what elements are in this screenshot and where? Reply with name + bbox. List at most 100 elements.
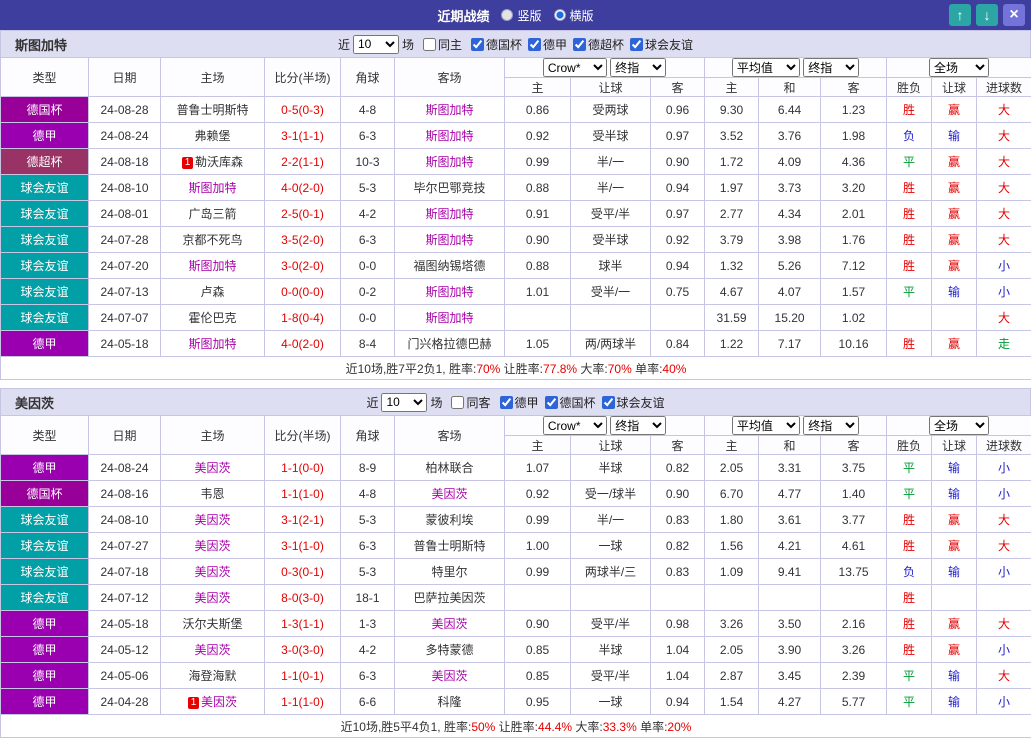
full-match-select[interactable]: 全场: [929, 416, 989, 435]
avg-home-cell: 3.26: [705, 611, 759, 637]
league-filter[interactable]: 德甲: [500, 394, 539, 411]
avg-home-cell: 31.59: [705, 305, 759, 331]
col-odds-away: 客: [651, 78, 705, 97]
average-select[interactable]: 平均值: [732, 416, 800, 435]
odds-away-cell: 0.94: [651, 253, 705, 279]
date-cell: 24-05-18: [89, 331, 161, 357]
odds-away-cell: 0.97: [651, 201, 705, 227]
near-label: 近: [338, 36, 350, 53]
summary-segment: 单率:: [632, 362, 663, 376]
layout-option-vertical[interactable]: 竖版: [501, 7, 541, 24]
score-cell: 2-2(1-1): [265, 149, 341, 175]
average-final-select[interactable]: 终指: [803, 416, 859, 435]
odds-source-select[interactable]: Crow*: [543, 416, 607, 435]
league-filter[interactable]: 德甲: [528, 36, 567, 53]
goals-cell: 小: [977, 559, 1031, 585]
odds-home-cell: 0.88: [505, 253, 571, 279]
away-team-cell: 巴萨拉美因茨: [395, 585, 505, 611]
near-label: 近: [366, 394, 378, 411]
league-filter[interactable]: 球会友谊: [630, 36, 693, 53]
average-final-select[interactable]: 终指: [803, 58, 859, 77]
league-filter-checkbox[interactable]: [573, 38, 586, 51]
col-result: 胜负: [887, 78, 932, 97]
same-venue-filter[interactable]: 同主: [423, 36, 462, 53]
filter-bar: 近 10 场 同客 德甲德国杯球会友谊: [366, 393, 664, 412]
avg-draw-cell: 15.20: [759, 305, 821, 331]
match-row: 德甲24-05-18沃尔夫斯堡1-3(1-1)1-3美因茨0.90受平/半0.9…: [1, 611, 1031, 637]
team-name-text: 毕尔巴鄂竞技: [413, 181, 485, 195]
corner-cell: 6-6: [341, 689, 395, 715]
league-cell: 德甲: [1, 455, 89, 481]
avg-draw-cell: 4.77: [759, 481, 821, 507]
match-row: 德甲24-05-12美因茨3-0(3-0)4-2多特蒙德0.85半球1.042.…: [1, 637, 1031, 663]
score-cell: 3-5(2-0): [265, 227, 341, 253]
date-cell: 24-08-18: [89, 149, 161, 175]
odds-home-cell: 1.07: [505, 455, 571, 481]
league-cell: 德甲: [1, 123, 89, 149]
let-result-cell: 赢: [932, 637, 977, 663]
match-row: 球会友谊24-07-13卢森0-0(0-0)0-2斯图加特1.01受半/一0.7…: [1, 279, 1031, 305]
match-count-select[interactable]: 10: [381, 393, 427, 412]
same-venue-checkbox[interactable]: [423, 38, 436, 51]
league-filter[interactable]: 德超杯: [573, 36, 624, 53]
final-index-select[interactable]: 终指: [610, 416, 666, 435]
team-name-text: 广岛三箭: [188, 207, 236, 221]
league-filter[interactable]: 德国杯: [471, 36, 522, 53]
league-filter-checkbox[interactable]: [602, 396, 615, 409]
team-section-mainz: 美因茨 近 10 场 同客 德甲德国杯球会友谊 类型 日: [0, 388, 1031, 738]
league-filter-checkbox[interactable]: [471, 38, 484, 51]
final-index-select[interactable]: 终指: [610, 58, 666, 77]
score-cell: 0-0(0-0): [265, 279, 341, 305]
league-filter[interactable]: 德国杯: [545, 394, 596, 411]
avg-home-cell: 3.79: [705, 227, 759, 253]
date-cell: 24-08-28: [89, 97, 161, 123]
league-filter-checkbox[interactable]: [545, 396, 558, 409]
league-cell: 球会友谊: [1, 227, 89, 253]
league-cell: 球会友谊: [1, 585, 89, 611]
corner-cell: 4-8: [341, 481, 395, 507]
layout-option-horizontal[interactable]: 横版: [554, 7, 594, 24]
avg-away-cell: 1.23: [821, 97, 887, 123]
away-team-cell: 斯图加特: [395, 123, 505, 149]
matches-label: 场: [430, 394, 442, 411]
result-cell: 负: [887, 123, 932, 149]
date-cell: 24-05-18: [89, 611, 161, 637]
summary-segment: 70%: [608, 362, 632, 376]
league-filter-checkbox[interactable]: [630, 38, 643, 51]
scroll-down-button[interactable]: ↓: [976, 4, 998, 26]
league-filter-checkbox[interactable]: [528, 38, 541, 51]
scroll-up-button[interactable]: ↑: [949, 4, 971, 26]
score-cell: 1-8(0-4): [265, 305, 341, 331]
let-result-cell: 赢: [932, 611, 977, 637]
average-select[interactable]: 平均值: [732, 58, 800, 77]
result-cell: 平: [887, 689, 932, 715]
goals-cell: 小: [977, 637, 1031, 663]
same-venue-checkbox[interactable]: [451, 396, 464, 409]
score-cell: 0-3(0-1): [265, 559, 341, 585]
avg-away-cell: 10.16: [821, 331, 887, 357]
score-cell: 1-1(0-0): [265, 455, 341, 481]
home-team-cell: 1美因茨: [161, 689, 265, 715]
odds-source-select[interactable]: Crow*: [543, 58, 607, 77]
let-result-cell: 赢: [932, 253, 977, 279]
full-match-select[interactable]: 全场: [929, 58, 989, 77]
match-count-select[interactable]: 10: [353, 35, 399, 54]
league-filter-checkbox[interactable]: [500, 396, 513, 409]
league-cell: 球会友谊: [1, 253, 89, 279]
league-cell: 德超杯: [1, 149, 89, 175]
team-name-text: 普鲁士明斯特: [176, 103, 248, 117]
avg-home-cell: 1.09: [705, 559, 759, 585]
away-team-cell: 门兴格拉德巴赫: [395, 331, 505, 357]
league-cell: 球会友谊: [1, 507, 89, 533]
summary-line: 近10场,胜5平4负1, 胜率:50% 让胜率:44.4% 大率:33.3% 单…: [341, 720, 692, 734]
team-name-text: 特里尔: [431, 565, 467, 579]
handicap-cell: 两球半/三: [571, 559, 651, 585]
odds-away-cell: 0.84: [651, 331, 705, 357]
let-result-cell: 赢: [932, 331, 977, 357]
same-venue-filter[interactable]: 同客: [451, 394, 490, 411]
odds-home-cell: 0.99: [505, 507, 571, 533]
avg-draw-cell: 4.09: [759, 149, 821, 175]
league-filter[interactable]: 球会友谊: [602, 394, 665, 411]
close-button[interactable]: ×: [1003, 4, 1025, 26]
let-result-cell: 输: [932, 279, 977, 305]
